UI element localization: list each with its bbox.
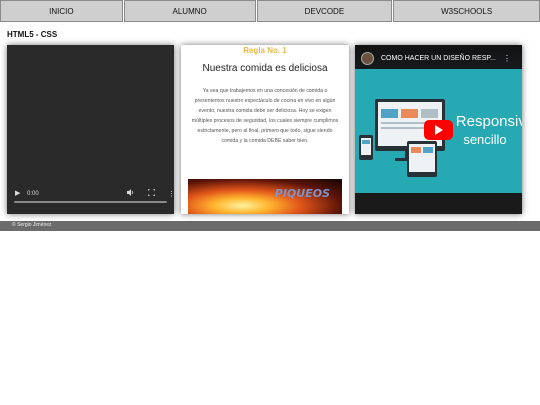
article-body: Ya sea que trabajemos en una concesión d… — [191, 88, 339, 144]
nav-devcode-button[interactable]: DEVCODE — [256, 0, 393, 22]
food-fire-image: PIQUEOS — [188, 179, 342, 214]
nav-alumno-button[interactable]: ALUMNO — [123, 0, 256, 22]
thumb-title-line2: sencillo — [463, 132, 506, 147]
footer: © Sergio Jiménez — [0, 221, 540, 231]
play-icon[interactable]: ▶ — [15, 189, 20, 197]
youtube-video-title[interactable]: COMO HACER UN DISEÑO RESP... — [381, 55, 496, 62]
more-vert-icon[interactable]: ⋮ — [503, 54, 511, 63]
image-logo-text: PIQUEOS — [274, 187, 330, 200]
page-title: HTML5 - CSS — [7, 30, 58, 39]
video-player[interactable]: ▶ 0:00 ⋮ — [7, 45, 174, 214]
video-progress-bar[interactable] — [14, 201, 167, 203]
top-nav: INICIO ALUMNO DEVCODE W3SCHOOLS — [0, 0, 540, 22]
footer-copyright: © Sergio Jiménez — [12, 222, 52, 228]
volume-icon[interactable] — [127, 189, 135, 198]
youtube-embed[interactable]: Responsive sencillo COMO HACER UN DISEÑO… — [355, 45, 522, 214]
video-controls: ▶ 0:00 ⋮ — [7, 180, 174, 214]
article-title: Nuestra comida es deliciosa — [202, 63, 328, 74]
video-time: 0:00 — [27, 191, 39, 197]
nav-inicio-button[interactable]: INICIO — [0, 0, 123, 22]
youtube-title-bar: COMO HACER UN DISEÑO RESP... ⋮ — [355, 45, 522, 69]
article-card: Regla No. 1 Nuestra comida es deliciosa … — [181, 45, 349, 214]
channel-avatar[interactable] — [361, 52, 374, 65]
fullscreen-icon[interactable] — [147, 188, 156, 198]
more-options-icon[interactable]: ⋮ — [168, 190, 174, 198]
nav-w3schools-button[interactable]: W3SCHOOLS — [393, 0, 540, 22]
thumb-title-line1: Responsive — [456, 113, 522, 130]
youtube-play-icon — [424, 120, 453, 140]
youtube-bottom-bar — [355, 193, 522, 214]
rule-label: Regla No. 1 — [243, 46, 287, 55]
video-thumbnail[interactable]: Responsive sencillo — [355, 69, 522, 193]
